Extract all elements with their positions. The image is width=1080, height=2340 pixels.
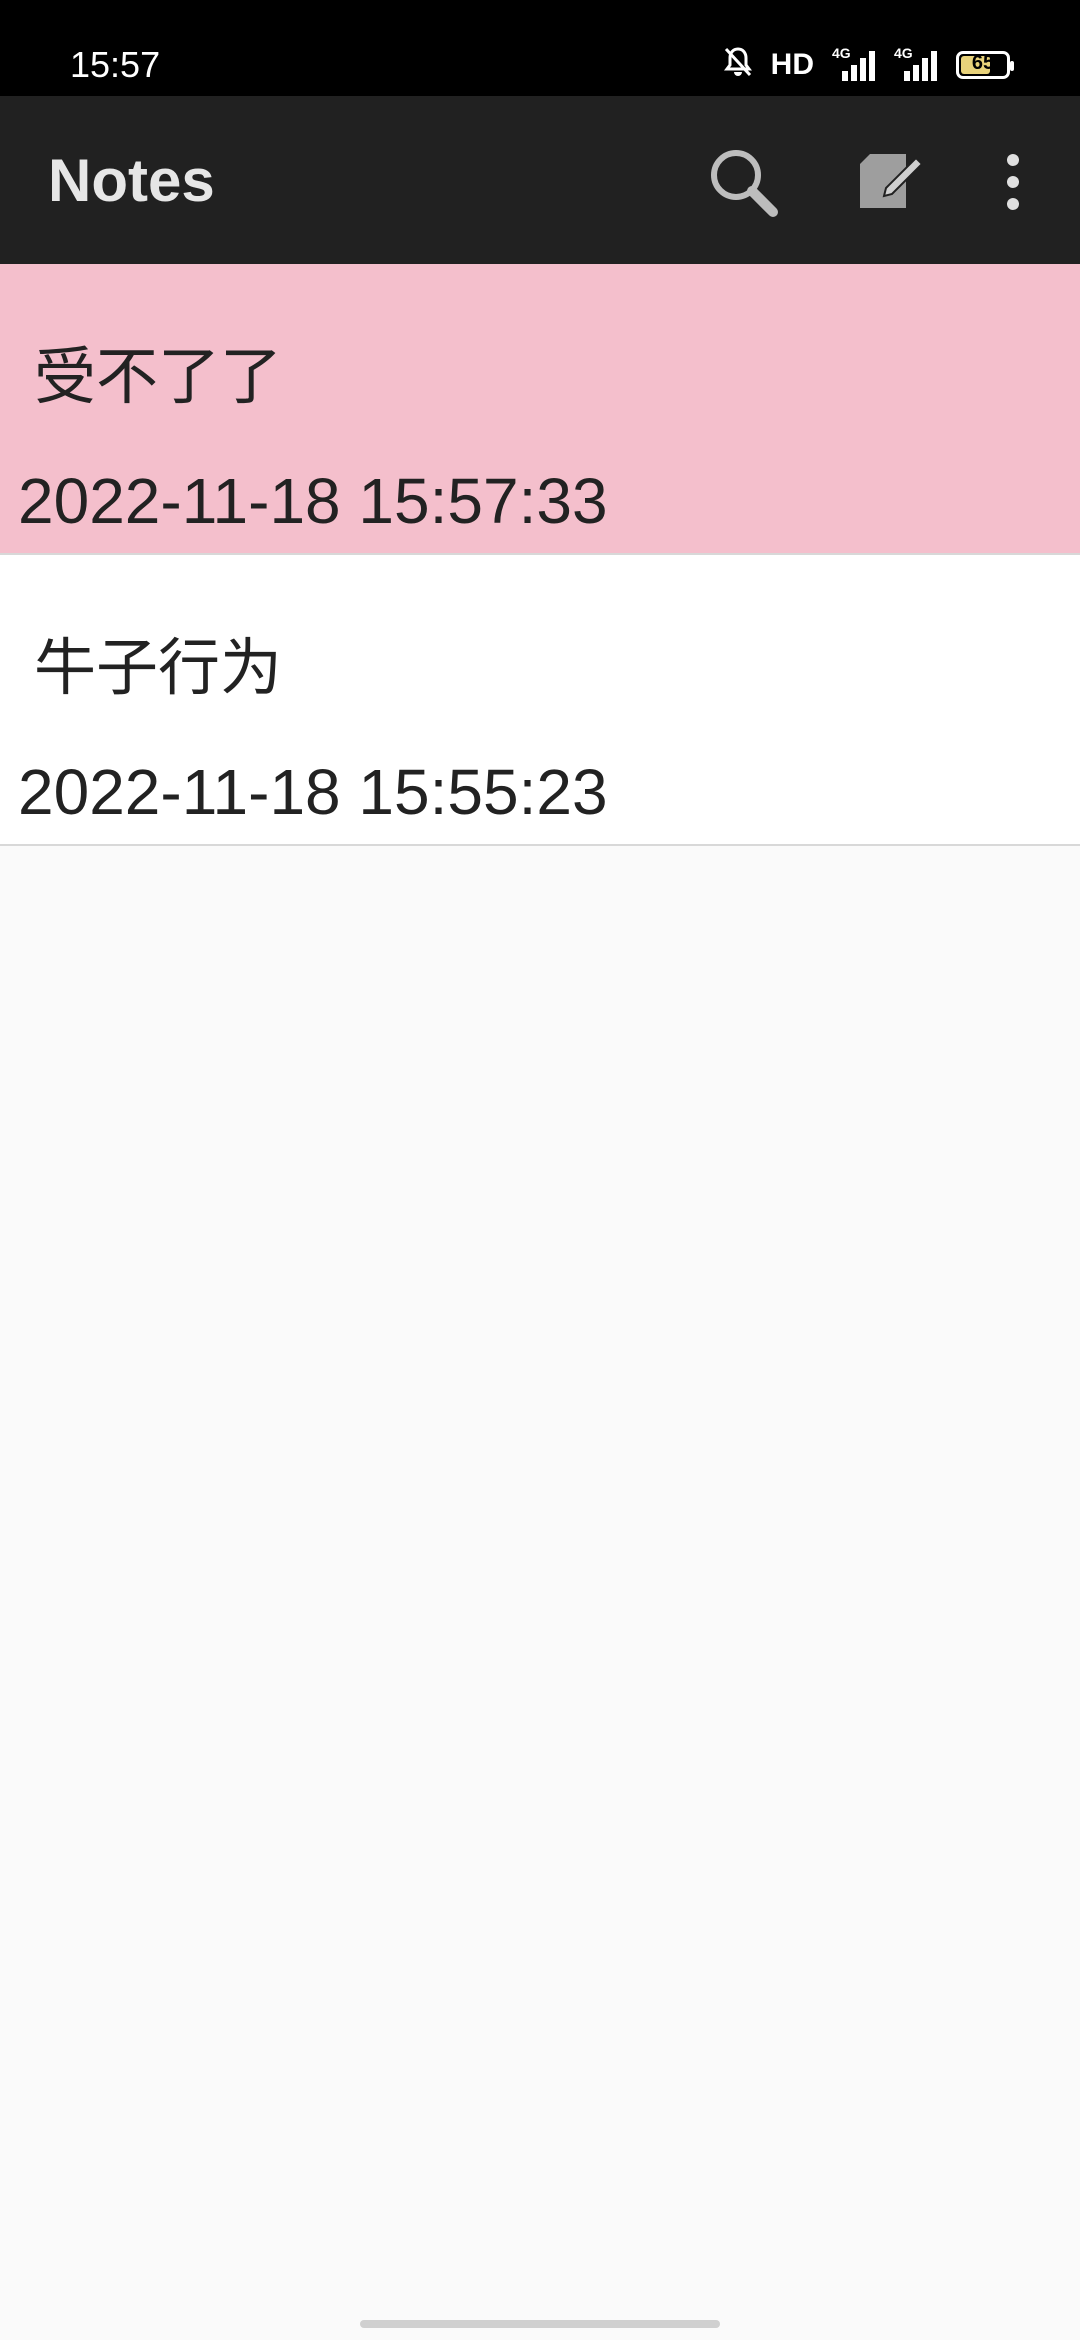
status-time: 15:57 <box>70 44 161 85</box>
battery-level: 65 <box>971 51 995 74</box>
signal-4g-icon-1: 4G <box>832 45 876 81</box>
note-item[interactable]: 牛子行为 2022-11-18 15:55:23 <box>0 555 1080 846</box>
note-time: 2022-11-18 15:55:23 <box>18 756 608 828</box>
app-title: Notes <box>48 147 215 214</box>
signal-4g-icon-2: 4G <box>894 45 938 81</box>
app-bar: Notes <box>0 96 1080 264</box>
note-list: 受不了了 2022-11-18 15:57:33 牛子行为 2022-11-18… <box>0 264 1080 846</box>
hd-label: HD <box>770 47 814 81</box>
more-vert-icon[interactable] <box>973 142 1053 222</box>
search-icon[interactable] <box>703 142 783 222</box>
status-icons: HD 4G 4G 65 <box>723 45 1014 83</box>
home-indicator[interactable] <box>360 2320 720 2328</box>
note-time: 2022-11-18 15:57:33 <box>18 465 608 537</box>
edit-note-icon[interactable] <box>850 142 930 222</box>
note-item[interactable]: 受不了了 2022-11-18 15:57:33 <box>0 264 1080 555</box>
mute-bell-icon <box>723 46 753 83</box>
note-title: 受不了了 <box>34 340 283 413</box>
battery-icon: 65 <box>956 50 1014 79</box>
status-bar: 15:57 HD 4G 4G 65 <box>0 0 1080 96</box>
note-title: 牛子行为 <box>34 631 283 704</box>
